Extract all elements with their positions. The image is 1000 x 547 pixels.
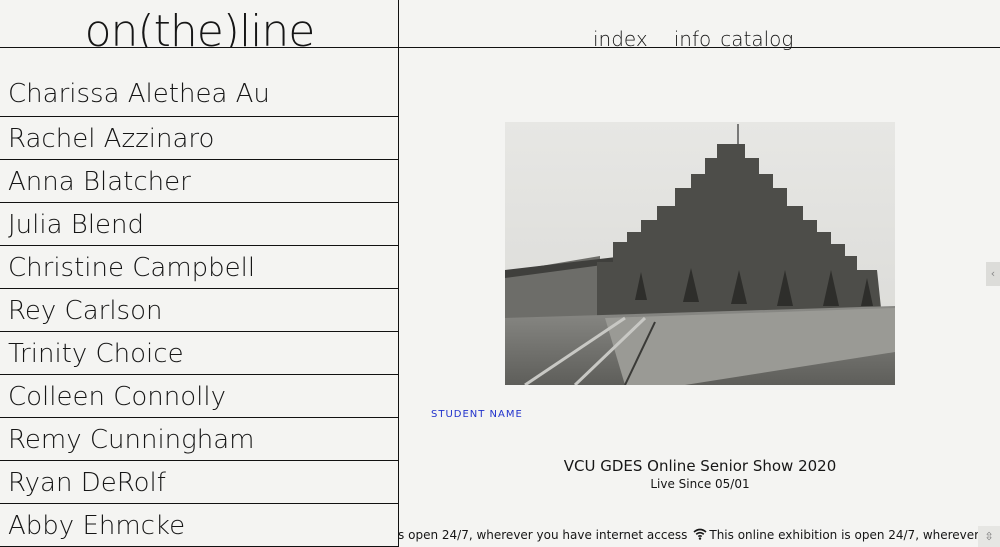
student-list-item[interactable]: Abby Ehmcke (0, 504, 398, 547)
featured-building-photo (505, 122, 895, 385)
marquee-ticker: This online exhibition is open 24/7, whe… (399, 525, 1000, 547)
student-list-item[interactable]: Remy Cunningham (0, 418, 398, 461)
student-list-item[interactable]: Ryan DeRolf (0, 461, 398, 504)
header-rule (0, 47, 1000, 48)
student-list-item[interactable]: Rachel Azzinaro (0, 117, 398, 160)
student-list-item[interactable]: Trinity Choice (0, 332, 398, 375)
student-list-item[interactable]: Rey Carlson (0, 289, 398, 332)
main-nav: index info catalog (593, 27, 793, 51)
student-list-item[interactable]: Anna Blatcher (0, 160, 398, 203)
corner-toggle-icon[interactable]: ⇳ (978, 526, 1000, 547)
student-list-item[interactable]: Colleen Connolly (0, 375, 398, 418)
chevron-left-icon[interactable]: ‹ (986, 262, 1000, 286)
ticker-text: This online exhibition is open 24/7, whe… (399, 528, 688, 542)
site-logo[interactable]: on(the)line (0, 0, 399, 47)
show-subtitle: Live Since 05/01 (650, 477, 750, 491)
student-list-item[interactable]: Christine Campbell (0, 246, 398, 289)
student-list-item[interactable]: Julia Blend (0, 203, 398, 246)
wifi-icon (693, 526, 707, 546)
building-photo-icon (505, 122, 895, 385)
student-list: Charissa Alethea Au Rachel Azzinaro Anna… (0, 72, 398, 547)
nav-info-link[interactable]: info (674, 27, 712, 51)
nav-index-link[interactable]: index (593, 27, 648, 51)
student-name-label: STUDENT NAME (431, 409, 523, 420)
column-divider (398, 0, 399, 547)
nav-catalog-link[interactable]: catalog (720, 27, 793, 51)
show-title: VCU GDES Online Senior Show 2020 (563, 457, 837, 475)
student-list-item[interactable]: Charissa Alethea Au (0, 72, 398, 117)
ticker-text: This online exhibition is open 24/7, whe… (709, 528, 1000, 542)
